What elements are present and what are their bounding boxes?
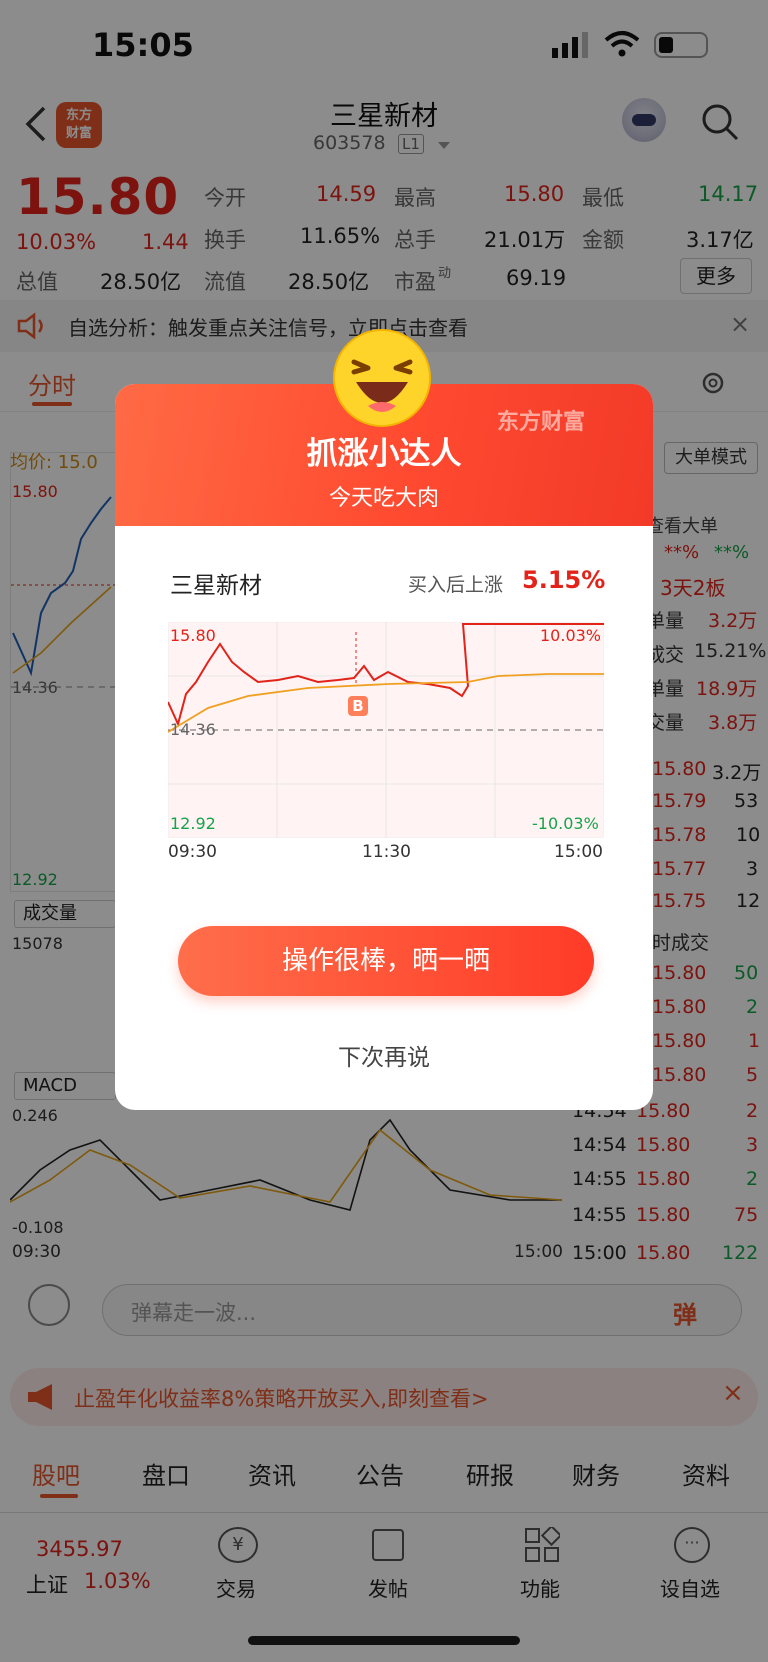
modal-title: 抓涨小达人 xyxy=(306,436,462,472)
modal-axis-top-pct: 10.03% xyxy=(540,626,602,645)
modal-intraday-chart: B 15.80 14.36 12.92 10.03% -10.03% xyxy=(168,622,604,838)
modal-time-start: 09:30 xyxy=(168,842,217,862)
modal-axis-bottom: 12.92 xyxy=(170,814,216,833)
home-indicator[interactable] xyxy=(248,1636,520,1645)
share-button[interactable]: 操作很棒，晒一晒 xyxy=(178,926,594,996)
modal-axis-top: 15.80 xyxy=(170,626,216,645)
modal-time-mid: 11:30 xyxy=(362,842,411,862)
modal-stock-name: 三星新材 xyxy=(170,573,262,599)
later-button[interactable]: 下次再说 xyxy=(300,1038,468,1072)
modal-subtitle: 今天吃大肉 xyxy=(328,486,439,511)
modal-time-end: 15:00 xyxy=(554,842,603,862)
rise-value: 5.15% xyxy=(522,566,606,594)
modal-axis-bottom-pct: -10.03% xyxy=(532,814,599,833)
laughing-emoji-icon xyxy=(333,329,431,427)
rise-label: 买入后上涨 xyxy=(408,574,504,596)
modal-axis-mid: 14.36 xyxy=(170,720,216,739)
buy-marker: B xyxy=(352,697,363,715)
